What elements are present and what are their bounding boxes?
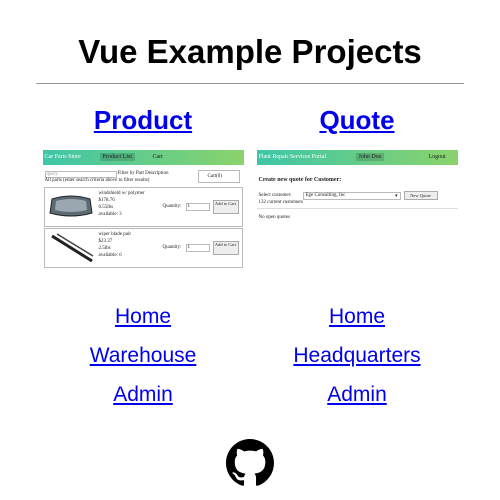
product-preview-search: query <box>44 171 117 178</box>
product-preview-item: windshield w/ polymer $178.76 0.55lbs av… <box>43 187 243 227</box>
product-screenshot[interactable]: Car Parts Store Product List Cart query … <box>42 150 244 268</box>
product-preview-item-name: windshield w/ polymer <box>98 191 145 196</box>
product-preview-hint: All parts (enter search criteria above t… <box>44 178 150 183</box>
product-warehouse-link[interactable]: Warehouse <box>36 339 250 378</box>
product-preview-item-name: wiper blade pair <box>98 232 132 237</box>
product-preview-brand: Car Parts Store <box>44 154 81 160</box>
product-home-link[interactable]: Home <box>36 300 250 339</box>
quote-preview-select-value: Ege Consulting, Inc <box>305 193 346 198</box>
product-admin-link[interactable]: Admin <box>36 378 250 417</box>
page-title: Vue Example Projects <box>78 33 422 70</box>
product-preview-item-availability: available: 3 <box>98 212 122 217</box>
quote-preview-new-button: New Quote <box>403 191 438 200</box>
quote-preview-user: John Doe <box>355 153 385 161</box>
product-preview-item-price: $23.37 <box>98 239 113 244</box>
product-links: Home Warehouse Admin <box>36 300 250 417</box>
wiper-blade-image <box>50 233 93 263</box>
quote-preview-customer-select: Ege Consulting, Inc ▾ <box>302 192 401 200</box>
product-preview-add-button: Add to Cart <box>212 200 239 214</box>
quote-preview-heading: Create new quote for Customer: <box>258 177 342 183</box>
chevron-down-icon: ▾ <box>394 194 398 199</box>
product-preview-quantity-value: 1 <box>187 204 191 209</box>
github-icon[interactable] <box>226 439 274 487</box>
product-preview-nav-cart: Cart <box>152 154 163 160</box>
product-preview-cart-button: Cart(0) <box>197 170 240 183</box>
product-preview-item: wiper blade pair $23.37 2.5lbs available… <box>43 228 243 268</box>
title-divider <box>36 83 464 84</box>
quote-preview-divider <box>256 208 458 209</box>
quote-screenshot[interactable]: Plant Repair Services Portal John Doe Lo… <box>256 150 458 268</box>
quote-links: Home Headquarters Admin <box>250 300 464 417</box>
quote-preview-logout: Logout <box>428 154 446 160</box>
quote-heading-link[interactable]: Quote <box>250 100 464 140</box>
product-preview-add-button: Add to Cart <box>212 241 239 255</box>
product-preview-quantity-label: Quantity: <box>162 204 182 209</box>
product-preview-cart-label: Cart(0) <box>207 174 222 179</box>
product-preview-item-weight: 0.55lbs <box>98 205 114 210</box>
quote-preview-empty: No open quotes <box>258 215 290 220</box>
product-heading-link[interactable]: Product <box>36 100 250 140</box>
product-preview-item-availability: available: 6 <box>98 253 122 258</box>
quote-preview-brand: Plant Repair Services Portal <box>258 154 327 160</box>
quote-preview-count: 132 current customers <box>258 200 303 205</box>
quote-headquarters-link[interactable]: Headquarters <box>250 339 464 378</box>
product-preview-quantity-input: 1 <box>185 244 210 252</box>
product-preview-filter-label: Filter by Part Description <box>117 171 169 176</box>
quote-admin-link[interactable]: Admin <box>250 378 464 417</box>
product-preview-item-weight: 2.5lbs <box>98 246 111 251</box>
quote-home-link[interactable]: Home <box>250 300 464 339</box>
product-preview-item-price: $178.76 <box>98 198 115 203</box>
product-preview-quantity-label: Quantity: <box>162 245 182 250</box>
quote-preview-navbar: Plant Repair Services Portal John Doe Lo… <box>256 150 458 165</box>
quote-preview-select-label: Select customer: <box>258 193 292 198</box>
windshield-image <box>48 195 93 217</box>
product-preview-quantity-input: 1 <box>185 203 210 211</box>
product-preview-navbar: Car Parts Store Product List Cart <box>42 150 244 165</box>
product-preview-search-placeholder: query <box>46 172 58 177</box>
quote-column: Quote Plant Repair Services Portal John … <box>250 100 464 268</box>
product-preview-quantity-value: 1 <box>187 245 191 250</box>
product-preview-nav-list: Product List <box>99 153 135 161</box>
product-column: Product Car Parts Store Product List Car… <box>36 100 250 268</box>
